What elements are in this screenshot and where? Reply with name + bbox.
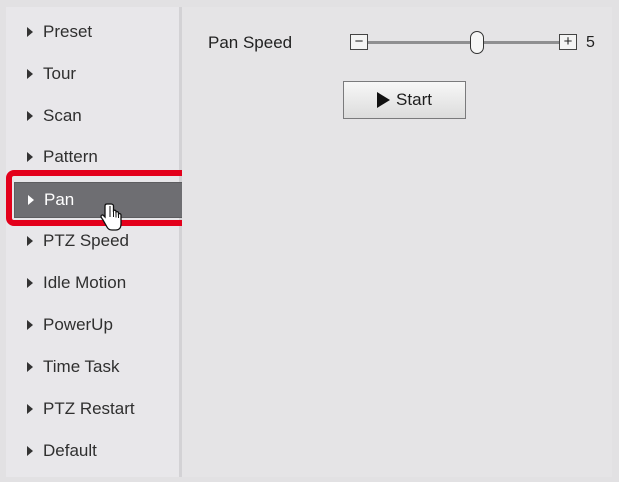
sidebar-item-pattern[interactable]: Pattern [6, 140, 182, 174]
triangle-right-icon [28, 195, 34, 205]
sidebar-item-time-task[interactable]: Time Task [6, 350, 182, 384]
ptz-sidebar: Preset Tour Scan Pattern Pan PTZ Speed I… [6, 7, 185, 477]
sidebar-item-label: PTZ Speed [43, 231, 129, 250]
hand-pointer-icon [100, 203, 122, 231]
triangle-right-icon [27, 27, 33, 37]
triangle-right-icon [27, 69, 33, 79]
sidebar-item-label: Default [43, 441, 97, 460]
pan-speed-label: Pan Speed [208, 33, 293, 52]
sidebar-item-label: PowerUp [43, 315, 113, 334]
sidebar-item-label: Tour [43, 64, 77, 83]
sidebar-item-label: Preset [43, 22, 93, 41]
sidebar-item-label: Pan [44, 190, 75, 209]
sidebar-item-preset[interactable]: Preset [6, 15, 182, 49]
triangle-right-icon [27, 446, 33, 456]
sidebar-item-label: Idle Motion [43, 273, 127, 292]
play-icon [377, 92, 391, 108]
sidebar-item-default[interactable]: Default [6, 434, 182, 468]
sidebar-item-scan[interactable]: Scan [6, 99, 182, 133]
triangle-right-icon [27, 278, 33, 288]
start-button-label: Start [396, 90, 432, 109]
increase-speed-button[interactable]: + [559, 34, 577, 50]
start-button[interactable]: Start [343, 81, 466, 119]
pan-speed-slider[interactable]: − + 5 [350, 31, 600, 55]
sidebar-item-label: PTZ Restart [43, 399, 135, 418]
sidebar-item-ptz-restart[interactable]: PTZ Restart [6, 392, 182, 426]
sidebar-item-ptz-speed[interactable]: PTZ Speed [6, 224, 182, 258]
sidebar-item-label: Time Task [43, 357, 120, 376]
sidebar-item-label: Pattern [43, 147, 98, 166]
slider-thumb[interactable] [470, 31, 484, 54]
triangle-right-icon [27, 152, 33, 162]
pan-settings: Pan Speed − + 5 Start [182, 7, 612, 477]
decrease-speed-button[interactable]: − [350, 34, 368, 50]
sidebar-item-powerup[interactable]: PowerUp [6, 308, 182, 342]
triangle-right-icon [27, 320, 33, 330]
sidebar-item-idle-motion[interactable]: Idle Motion [6, 266, 182, 300]
triangle-right-icon [27, 404, 33, 414]
sidebar-item-label: Scan [43, 106, 82, 125]
triangle-right-icon [27, 236, 33, 246]
triangle-right-icon [27, 362, 33, 372]
slider-track[interactable] [368, 41, 559, 44]
pan-speed-value: 5 [586, 34, 595, 51]
triangle-right-icon [27, 111, 33, 121]
sidebar-item-tour[interactable]: Tour [6, 57, 182, 91]
ptz-settings-panel: Preset Tour Scan Pattern Pan PTZ Speed I… [0, 0, 619, 482]
